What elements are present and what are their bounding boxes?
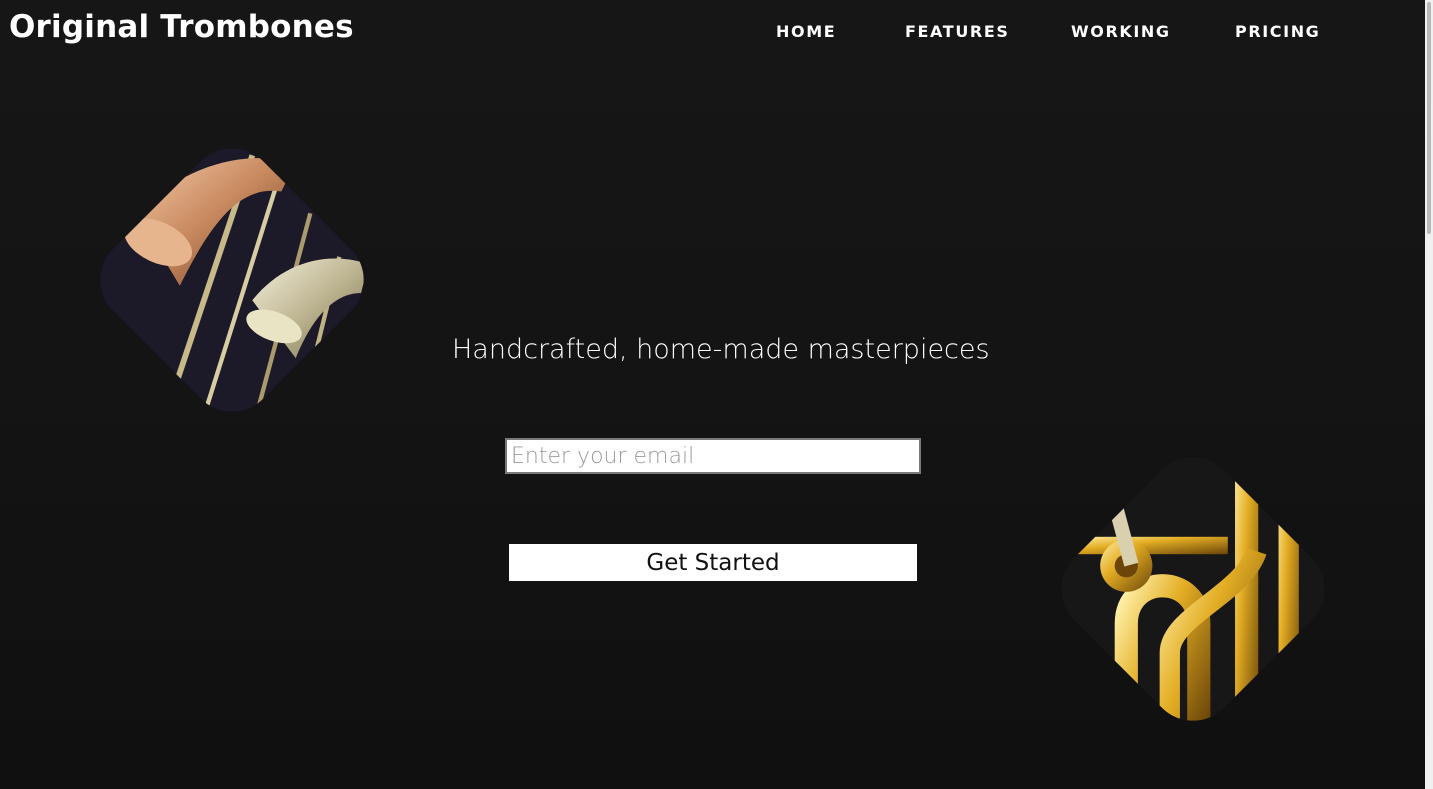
page-scrollbar[interactable] [1425, 0, 1433, 789]
email-input[interactable] [505, 438, 921, 474]
trombone-slide-illustration [1043, 439, 1343, 739]
nav-item-home[interactable]: HOME [776, 22, 836, 41]
trombone-bells-illustration [82, 130, 382, 430]
landing-page: Original Trombones HOME FEATURES WORKING… [0, 0, 1425, 789]
hero-tagline: Handcrafted, home-made masterpieces [452, 334, 990, 365]
nav-item-working[interactable]: WORKING [1071, 22, 1171, 41]
scrollbar-thumb[interactable] [1427, 2, 1431, 234]
trombone-bells-image [82, 130, 382, 430]
trombone-slide-image [1043, 439, 1343, 739]
nav-item-pricing[interactable]: PRICING [1235, 22, 1320, 41]
main-nav: HOME FEATURES WORKING PRICING [0, 22, 1425, 42]
nav-item-features[interactable]: FEATURES [905, 22, 1009, 41]
get-started-button[interactable]: Get Started [509, 544, 917, 581]
